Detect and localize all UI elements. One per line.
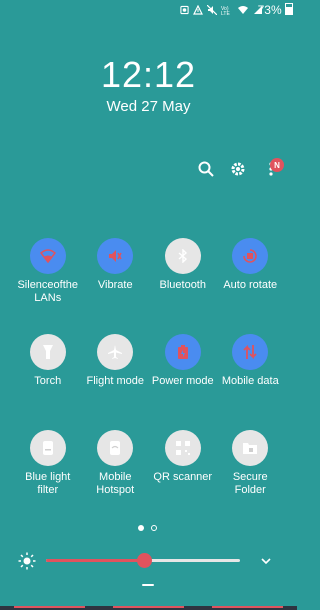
tile-label: Secure Folder <box>232 471 268 496</box>
tile-blue-light-filter[interactable]: Blue light filter <box>14 430 82 508</box>
tile-label: Blue light filter <box>25 471 71 496</box>
tile-label: Auto rotate <box>223 279 278 291</box>
svg-text:LTE: LTE <box>221 11 230 15</box>
tile-flight-mode-toggle[interactable] <box>97 334 134 370</box>
tile-vibrate-toggle[interactable] <box>97 238 134 274</box>
search-button[interactable] <box>193 156 219 182</box>
bluetooth-icon <box>178 249 187 263</box>
tile-label: Mobile Hotspot <box>96 471 135 496</box>
tile-label: QR scanner <box>153 471 213 483</box>
mute-icon <box>207 5 217 15</box>
chevron-down-icon[interactable] <box>259 554 273 568</box>
search-icon <box>198 161 214 177</box>
tile-torch[interactable]: Torch <box>14 334 82 412</box>
clock-date: Wed 27 May <box>106 98 191 115</box>
auto-rotate-icon <box>243 249 258 263</box>
tile-mobile-hotspot[interactable]: Mobile Hotspot <box>82 430 150 508</box>
page-dot-1[interactable] <box>138 525 144 531</box>
nav-segment <box>14 606 85 608</box>
tile-qr-scanner-toggle[interactable] <box>164 430 201 466</box>
brightness-sun-icon <box>18 552 36 570</box>
tile-auto-rotate[interactable]: Auto rotate <box>217 238 285 316</box>
drag-handle[interactable] <box>142 584 154 586</box>
tile-qr-scanner[interactable]: QR scanner <box>149 430 217 508</box>
wifi-icon <box>238 6 248 14</box>
tile-wifi-toggle[interactable] <box>29 238 66 274</box>
blue-light-icon <box>42 441 53 455</box>
hotspot-icon <box>110 441 121 455</box>
tile-torch-toggle[interactable] <box>29 334 66 370</box>
tile-bluetooth[interactable]: Bluetooth <box>149 238 217 316</box>
tile-label: Mobile data <box>221 375 279 387</box>
tile-label: Torch <box>34 375 62 387</box>
settings-button[interactable] <box>225 156 251 182</box>
tile-label: Flight mode <box>86 375 144 387</box>
nav-bar <box>0 606 297 610</box>
mobile-data-icon <box>243 344 257 360</box>
brightness-fill <box>46 559 145 562</box>
tile-blue-light-filter-toggle[interactable] <box>29 430 66 466</box>
vibrate-icon <box>109 250 122 262</box>
alarm-icon <box>180 5 189 15</box>
tile-mobile-hotspot-toggle[interactable] <box>97 430 134 466</box>
page-dot-2[interactable] <box>151 525 157 531</box>
tile-power-mode-toggle[interactable] <box>164 334 201 370</box>
tile-label: Vibrate <box>97 279 133 291</box>
qr-icon <box>175 441 190 455</box>
settings-icon <box>231 162 245 176</box>
warning-icon <box>193 5 203 15</box>
secure-folder-icon <box>243 443 258 454</box>
tile-auto-rotate-toggle[interactable] <box>232 238 269 274</box>
clock-time: 12:12 <box>100 54 197 95</box>
battery-text: 73% <box>257 3 282 17</box>
tile-label: Power mode <box>151 375 214 387</box>
status-bar: Vo) LTE 73% <box>0 0 297 22</box>
wifi-icon <box>39 249 56 263</box>
power-mode-icon <box>177 345 188 359</box>
tile-wifi[interactable]: Silenceofthe LANs <box>14 238 82 316</box>
brightness-thumb[interactable] <box>137 553 153 568</box>
page-indicator <box>138 525 157 531</box>
tile-bluetooth-toggle[interactable] <box>164 238 201 274</box>
torch-icon <box>42 345 53 359</box>
quick-settings-grid: Silenceofthe LANs Vibrate Bluetooth Auto… <box>14 238 284 508</box>
tile-secure-folder-toggle[interactable] <box>232 430 269 466</box>
notification-badge: N <box>270 158 284 172</box>
tile-label: Silenceofthe LANs <box>17 279 79 304</box>
tile-secure-folder[interactable]: Secure Folder <box>217 430 285 508</box>
tile-flight-mode[interactable]: Flight mode <box>82 334 150 412</box>
battery-icon <box>285 3 293 15</box>
tile-vibrate[interactable]: Vibrate <box>82 238 150 316</box>
tile-power-mode[interactable]: Power mode <box>149 334 217 412</box>
nav-segment <box>113 606 184 608</box>
volte-icon: Vo)LTE <box>221 6 230 15</box>
flight-icon <box>108 345 123 359</box>
brightness-row <box>0 548 297 574</box>
tile-mobile-data[interactable]: Mobile data <box>217 334 285 412</box>
tile-label: Bluetooth <box>159 279 206 291</box>
tile-mobile-data-toggle[interactable] <box>232 334 269 370</box>
nav-segment <box>212 606 283 608</box>
